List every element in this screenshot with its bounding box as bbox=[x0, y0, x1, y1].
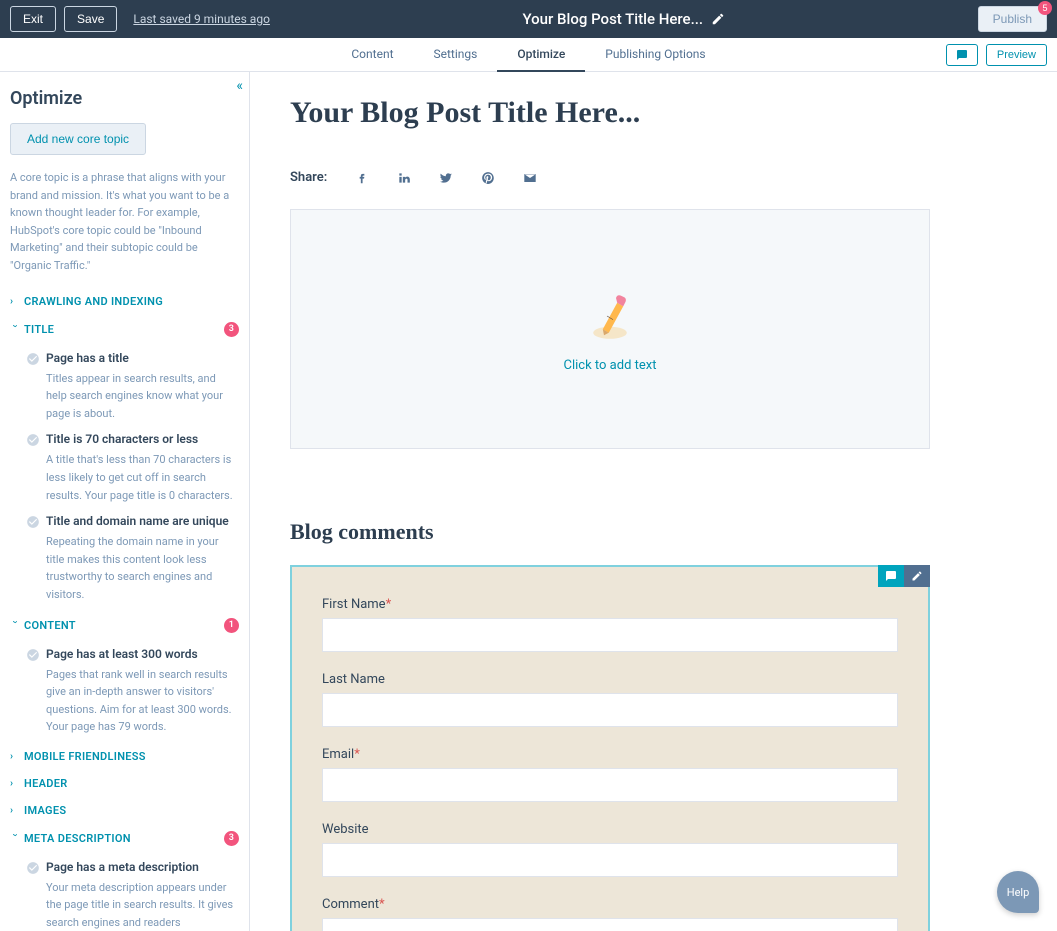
sidebar: « Optimize Add new core topic A core top… bbox=[0, 72, 250, 931]
check-circle-icon bbox=[26, 861, 40, 875]
twitter-icon[interactable] bbox=[439, 171, 453, 185]
facebook-icon[interactable] bbox=[355, 171, 369, 185]
section-images[interactable]: › IMAGES bbox=[10, 800, 239, 821]
pencil-icon bbox=[911, 570, 923, 582]
preview-button[interactable]: Preview bbox=[986, 44, 1047, 66]
check-circle-icon bbox=[26, 648, 40, 662]
save-button[interactable]: Save bbox=[64, 6, 117, 32]
comment-button[interactable] bbox=[946, 44, 978, 66]
page-title: Your Blog Post Title Here... bbox=[522, 10, 703, 28]
linkedin-icon[interactable] bbox=[397, 171, 411, 185]
chevron-right-icon: › bbox=[10, 296, 20, 307]
email-label: Email* bbox=[322, 747, 898, 762]
optimize-item: Title and domain name are unique Repeati… bbox=[26, 514, 239, 603]
email-icon[interactable] bbox=[523, 171, 537, 185]
section-mobile[interactable]: › MOBILE FRIENDLINESS bbox=[10, 746, 239, 767]
section-content[interactable]: › CONTENT 1 bbox=[10, 614, 239, 637]
tab-optimize[interactable]: Optimize bbox=[497, 38, 585, 72]
email-input[interactable] bbox=[322, 768, 898, 802]
last-name-input[interactable] bbox=[322, 693, 898, 727]
comment-textarea[interactable] bbox=[322, 918, 898, 931]
last-name-label: Last Name bbox=[322, 672, 898, 687]
section-title[interactable]: › TITLE 3 bbox=[10, 318, 239, 341]
first-name-label: First Name* bbox=[322, 597, 898, 612]
optimize-item: Page has a title Titles appear in search… bbox=[26, 351, 239, 423]
top-bar: Exit Save Last saved 9 minutes ago Your … bbox=[0, 0, 1057, 38]
section-header[interactable]: › HEADER bbox=[10, 773, 239, 794]
exit-button[interactable]: Exit bbox=[10, 6, 56, 32]
help-button[interactable]: Help bbox=[997, 871, 1039, 913]
comment-form: First Name* Last Name Email* Website Com… bbox=[290, 565, 930, 931]
optimize-item: Page has at least 300 words Pages that r… bbox=[26, 647, 239, 736]
section-badge: 1 bbox=[224, 618, 239, 633]
editor-box[interactable]: Click to add text bbox=[290, 209, 930, 449]
tab-bar: Content Settings Optimize Publishing Opt… bbox=[0, 38, 1057, 72]
edit-title-icon[interactable] bbox=[711, 12, 725, 26]
section-crawling[interactable]: › CRAWLING AND INDEXING bbox=[10, 291, 239, 312]
comment-icon bbox=[884, 570, 898, 582]
publish-button[interactable]: Publish 5 bbox=[978, 6, 1047, 32]
content-area: Your Blog Post Title Here... Share: Clic… bbox=[250, 72, 1057, 931]
comment-label: Comment* bbox=[322, 897, 898, 912]
check-circle-icon bbox=[26, 352, 40, 366]
sidebar-heading: Optimize bbox=[10, 88, 239, 109]
optimize-item: Page has a meta description Your meta de… bbox=[26, 860, 239, 931]
share-row: Share: bbox=[290, 170, 930, 185]
publish-badge: 5 bbox=[1038, 1, 1052, 15]
chevron-down-icon: › bbox=[10, 324, 21, 334]
post-title[interactable]: Your Blog Post Title Here... bbox=[290, 96, 930, 130]
first-name-input[interactable] bbox=[322, 618, 898, 652]
form-edit-button[interactable] bbox=[904, 565, 930, 587]
website-label: Website bbox=[322, 822, 898, 837]
website-input[interactable] bbox=[322, 843, 898, 877]
click-to-add-text[interactable]: Click to add text bbox=[564, 358, 657, 373]
chevron-right-icon: › bbox=[10, 778, 20, 789]
section-badge: 3 bbox=[224, 322, 239, 337]
add-core-topic-button[interactable]: Add new core topic bbox=[10, 123, 146, 155]
share-label: Share: bbox=[290, 170, 327, 185]
form-comment-button[interactable] bbox=[878, 565, 904, 587]
chevron-down-icon: › bbox=[10, 833, 21, 843]
optimize-item: Title is 70 characters or less A title t… bbox=[26, 432, 239, 504]
tab-content[interactable]: Content bbox=[331, 38, 413, 72]
core-topic-description: A core topic is a phrase that aligns wit… bbox=[10, 169, 239, 275]
chevron-right-icon: › bbox=[10, 805, 20, 816]
section-meta[interactable]: › META DESCRIPTION 3 bbox=[10, 827, 239, 850]
pinterest-icon[interactable] bbox=[481, 171, 495, 185]
collapse-sidebar-icon[interactable]: « bbox=[236, 78, 243, 94]
last-saved-link[interactable]: Last saved 9 minutes ago bbox=[133, 12, 270, 26]
check-circle-icon bbox=[26, 515, 40, 529]
chevron-right-icon: › bbox=[10, 751, 20, 762]
comment-icon bbox=[955, 49, 969, 61]
pencil-illustration-icon bbox=[580, 286, 640, 346]
chevron-down-icon: › bbox=[10, 620, 21, 630]
comments-heading: Blog comments bbox=[290, 519, 930, 545]
check-circle-icon bbox=[26, 433, 40, 447]
section-badge: 3 bbox=[224, 831, 239, 846]
tab-settings[interactable]: Settings bbox=[414, 38, 498, 72]
tab-publishing[interactable]: Publishing Options bbox=[585, 38, 725, 72]
